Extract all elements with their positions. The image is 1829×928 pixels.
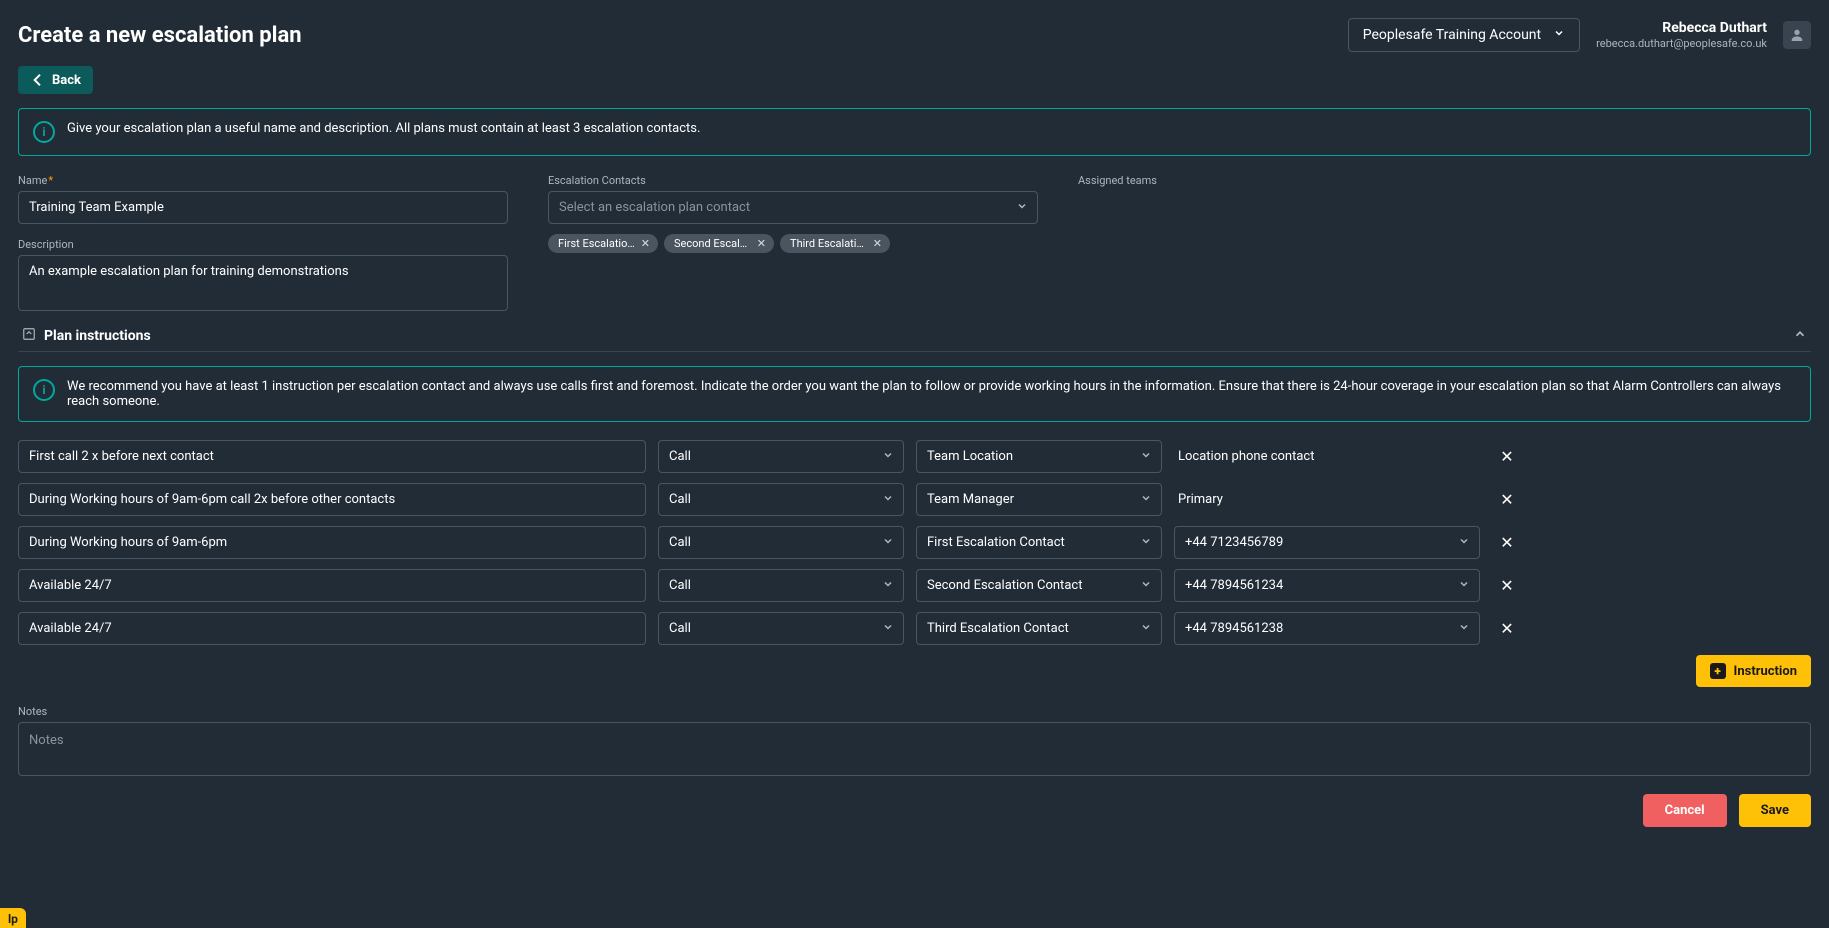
instruction-row: Location phone contact ✕ xyxy=(18,440,1811,473)
instruction-phone-text: Primary xyxy=(1174,492,1480,507)
user-email: rebecca.duthart@peoplesafe.co.uk xyxy=(1596,37,1767,50)
close-icon[interactable]: ✕ xyxy=(873,237,882,250)
contact-chip: First Escalation C... ✕ xyxy=(548,234,658,253)
chevron-up-icon xyxy=(1793,327,1807,345)
instruction-phone-select[interactable] xyxy=(1174,569,1480,602)
add-instruction-button[interactable]: + Instruction xyxy=(1696,655,1811,687)
name-field[interactable] xyxy=(18,191,508,224)
intro-banner: i Give your escalation plan a useful nam… xyxy=(18,108,1811,156)
escalation-contacts-label: Escalation Contacts xyxy=(548,174,1038,187)
plan-instructions-banner-text: We recommend you have at least 1 instruc… xyxy=(67,379,1796,409)
instruction-row: ✕ xyxy=(18,526,1811,559)
avatar[interactable] xyxy=(1783,21,1811,49)
close-icon[interactable]: ✕ xyxy=(1500,576,1513,595)
contact-chips: First Escalation C...✕Second Escalatio..… xyxy=(548,234,1038,253)
instruction-phone-text: Location phone contact xyxy=(1174,449,1480,464)
name-label: Name* xyxy=(18,174,508,187)
contact-chip: Second Escalatio... ✕ xyxy=(664,234,774,253)
chevron-down-icon xyxy=(1553,27,1565,43)
info-icon: i xyxy=(33,379,55,401)
user-name: Rebecca Duthart xyxy=(1596,20,1767,37)
description-label: Description xyxy=(18,238,508,251)
intro-banner-text: Give your escalation plan a useful name … xyxy=(67,121,700,136)
instruction-contact-select[interactable] xyxy=(916,569,1162,602)
plan-instructions-header[interactable]: Plan instructions xyxy=(18,321,1811,352)
close-icon[interactable]: ✕ xyxy=(757,237,766,250)
user-info: Rebecca Duthart rebecca.duthart@peoplesa… xyxy=(1596,20,1767,50)
page-title: Create a new escalation plan xyxy=(18,23,302,48)
instruction-contact-select[interactable] xyxy=(916,526,1162,559)
assigned-teams-label: Assigned teams xyxy=(1078,174,1811,187)
instruction-description-field[interactable] xyxy=(18,569,646,602)
cancel-button[interactable]: Cancel xyxy=(1643,794,1727,827)
instruction-description-field[interactable] xyxy=(18,612,646,645)
user-icon xyxy=(1789,27,1805,43)
required-star-icon: * xyxy=(48,174,53,187)
close-icon[interactable]: ✕ xyxy=(1500,533,1513,552)
expand-icon xyxy=(22,327,36,345)
chip-label: Third Escalation ... xyxy=(790,237,867,250)
escalation-contacts-select[interactable] xyxy=(548,191,1038,224)
back-button[interactable]: Back xyxy=(18,66,93,94)
instruction-description-field[interactable] xyxy=(18,483,646,516)
contact-chip: Third Escalation ... ✕ xyxy=(780,234,890,253)
description-field[interactable] xyxy=(18,255,508,311)
plan-instructions-banner: i We recommend you have at least 1 instr… xyxy=(18,366,1811,422)
instruction-contact-select[interactable] xyxy=(916,612,1162,645)
back-label: Back xyxy=(52,73,81,88)
save-button[interactable]: Save xyxy=(1739,794,1811,827)
instruction-row: Primary ✕ xyxy=(18,483,1811,516)
plan-instructions-title: Plan instructions xyxy=(44,328,151,344)
instruction-description-field[interactable] xyxy=(18,440,646,473)
notes-field[interactable] xyxy=(18,722,1811,776)
instruction-contact-select[interactable] xyxy=(916,440,1162,473)
instruction-contact-select[interactable] xyxy=(916,483,1162,516)
notes-label: Notes xyxy=(18,705,1811,718)
arrow-left-icon xyxy=(30,72,46,88)
instruction-description-field[interactable] xyxy=(18,526,646,559)
instruction-method-select[interactable] xyxy=(658,440,904,473)
instruction-method-select[interactable] xyxy=(658,612,904,645)
instruction-row: ✕ xyxy=(18,612,1811,645)
instruction-phone-select[interactable] xyxy=(1174,526,1480,559)
info-icon: i xyxy=(33,121,55,143)
close-icon[interactable]: ✕ xyxy=(1500,447,1513,466)
name-label-text: Name xyxy=(18,174,47,187)
account-selector[interactable]: Peoplesafe Training Account xyxy=(1348,18,1580,52)
close-icon[interactable]: ✕ xyxy=(1500,619,1513,638)
instruction-method-select[interactable] xyxy=(658,483,904,516)
chip-label: First Escalation C... xyxy=(558,237,635,250)
account-selector-label: Peoplesafe Training Account xyxy=(1363,27,1541,43)
instruction-phone-select[interactable] xyxy=(1174,612,1480,645)
chip-label: Second Escalatio... xyxy=(674,237,751,250)
close-icon[interactable]: ✕ xyxy=(1500,490,1513,509)
help-tab[interactable]: lp xyxy=(0,908,26,928)
plus-icon: + xyxy=(1710,663,1726,679)
instruction-row: ✕ xyxy=(18,569,1811,602)
add-instruction-label: Instruction xyxy=(1734,664,1797,679)
instruction-method-select[interactable] xyxy=(658,569,904,602)
close-icon[interactable]: ✕ xyxy=(641,237,650,250)
instruction-method-select[interactable] xyxy=(658,526,904,559)
